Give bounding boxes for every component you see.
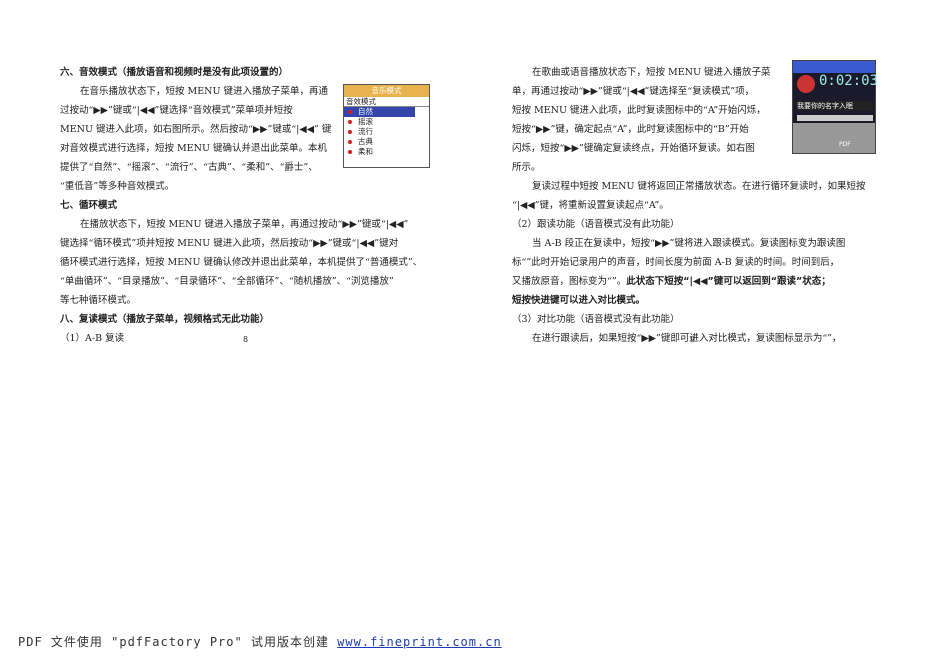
pdf-footer: PDF 文件使用 "pdfFactory Pro" 试用版本创建 www.fin… [18, 633, 502, 650]
player-screen-image: 0:02:03 我要你的名字入眠 PDF [792, 60, 879, 154]
menu-title: 音乐模式 [344, 85, 429, 97]
text-line: （1）A-B 复读 [60, 333, 125, 344]
text-line: 循环模式进行选择，短按 MENU 键确认修改并退出此菜单，本机提供了“普通模式”… [60, 257, 423, 268]
player-logo: PDF [839, 141, 851, 148]
text-line: 复读过程中短按 MENU 键将返回正常播放状态。在进行循环复读时，如果短按 [532, 181, 866, 192]
player-song-title: 我要你的名字入眠 [797, 101, 873, 111]
bullet-icon [348, 150, 352, 154]
text-line: “|◀◀”键，将重新设置复读起点“A”。 [512, 200, 669, 211]
player-controls [793, 123, 875, 153]
text-line: 标“”此时开始记录用户的声音，时间长度为前面 A-B 复读的时间。时间到后， [512, 257, 840, 268]
text-line: “单曲循环”、“目录播放”、“目录循环”、“全部循环”、“随机播放”、“浏览播放… [60, 276, 394, 287]
menu-item: 摇滚 [344, 117, 429, 127]
menu-subtitle: 音效模式 [344, 97, 429, 107]
page-number-left: 8 [243, 335, 249, 344]
text-line: “重低音”等多种音效模式。 [60, 181, 175, 192]
bullet-icon [348, 130, 352, 134]
bullet-icon [348, 140, 352, 144]
heading-repeat-mode: 八、复读模式（播放子菜单，视频格式无此功能） [60, 314, 270, 325]
bold-text: 短按快进键可以进入对比模式。 [512, 295, 646, 306]
menu-item: 柔和 [344, 147, 429, 157]
menu-item: 自然 [344, 107, 415, 117]
heading-audio-mode: 六、音效模式（播放语音和视频时是没有此项设置的） [60, 67, 289, 78]
player-status-bar [793, 61, 875, 73]
text-line: 在播放状态下，短按 MENU 键进入播放子菜单，再通过按动“▶▶”键或“|◀◀” [80, 219, 409, 230]
text-line: 等七种循环模式。 [60, 295, 137, 306]
text-line: 又播放原音，图标变为“”。此状态下短按“|◀◀”键可以返回到“跟读”状态； [512, 276, 831, 287]
bullet-icon [348, 120, 352, 124]
heading-loop-mode: 七、循环模式 [60, 200, 118, 211]
player-progress-bar [797, 115, 873, 121]
text-line: 所示。 [512, 162, 541, 173]
audio-mode-menu-image: 音乐模式 音效模式 自然 摇滚 流行 古典 柔和 [343, 84, 430, 168]
footer-text: PDF 文件使用 "pdfFactory Pro" 试用版本创建 [18, 635, 338, 649]
heading-compare: （3）对比功能（语音模式没有此功能） [512, 314, 680, 325]
text-line: 当 A-B 段正在复读中，短按“▶▶”键将进入跟读模式。复读图标变为跟读图 [532, 238, 846, 249]
text-line: 键选择“循环模式”项并短按 MENU 键进入此项，然后按动“▶▶”键或“|◀◀”… [60, 238, 399, 249]
disc-icon [797, 75, 815, 93]
menu-item: 流行 [344, 127, 429, 137]
player-time: 0:02:03 [819, 73, 879, 89]
bold-text: 此状态下短按“|◀◀”键可以返回到“跟读”状态； [626, 276, 831, 287]
page-number-right: 9 [690, 335, 696, 344]
menu-item: 古典 [344, 137, 429, 147]
footer-link[interactable]: www.fineprint.com.cn [337, 635, 502, 649]
heading-follow-read: （2）跟读功能（语音模式没有此功能） [512, 219, 680, 230]
text-line: 在进行跟读后，如果短按“▶▶”键即可进入对比模式，复读图标显示为“”， [532, 333, 842, 344]
bullet-icon [348, 110, 352, 114]
